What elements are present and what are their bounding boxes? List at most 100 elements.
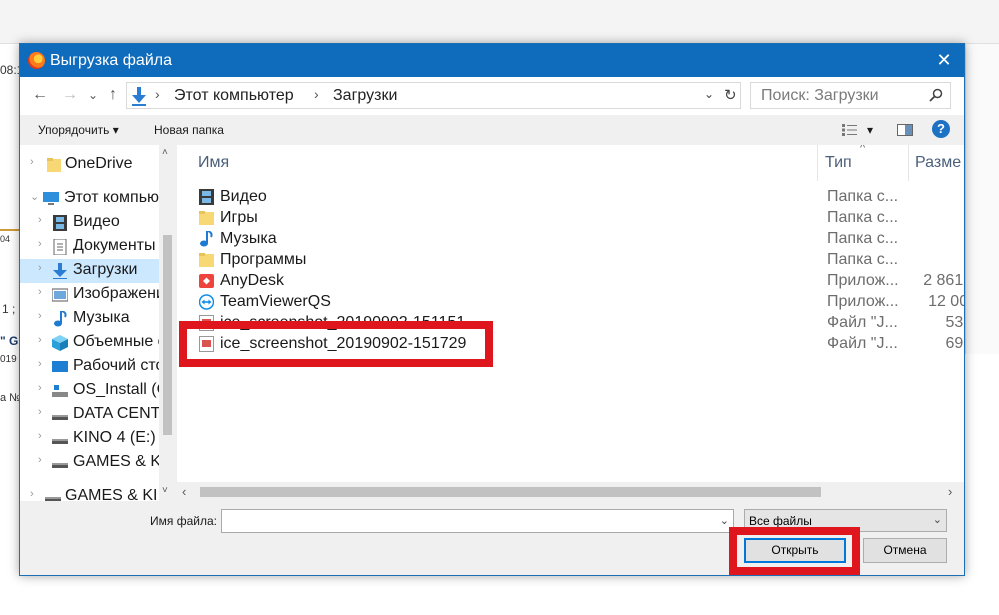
view-dropdown-button[interactable]: ▾ xyxy=(867,123,873,137)
expand-chevron-icon[interactable]: › xyxy=(38,454,42,466)
file-list-horizontal-scrollbar[interactable]: ‹ › xyxy=(177,482,964,501)
view-options-icon[interactable] xyxy=(842,124,858,136)
tree-scrollbar[interactable]: ˄ ˅ xyxy=(159,145,176,501)
tree-item-music[interactable]: › Музыка xyxy=(20,307,175,331)
new-folder-button[interactable]: Новая папка xyxy=(154,123,224,137)
preview-pane-icon[interactable] xyxy=(897,124,913,136)
tree-item-this-pc[interactable]: ⌄ Этот компьютер xyxy=(20,187,175,211)
expand-chevron-icon[interactable]: › xyxy=(38,358,42,370)
background-text: " G xyxy=(0,334,19,348)
folder-icon xyxy=(199,211,214,225)
tree-item-os-install[interactable]: › OS_Install (C:) xyxy=(20,379,175,403)
expand-chevron-icon[interactable]: › xyxy=(38,262,42,274)
tree-item-data-center[interactable]: › DATA CENTER xyxy=(20,403,175,427)
breadcrumb-this-pc[interactable]: Этот компьютер xyxy=(174,87,294,105)
teamviewer-icon xyxy=(199,294,214,310)
tree-item-desktop[interactable]: › Рабочий стол xyxy=(20,355,175,379)
column-header-size[interactable]: Разме xyxy=(915,154,961,172)
breadcrumb-separator[interactable]: › xyxy=(314,86,319,102)
column-divider[interactable] xyxy=(817,145,818,181)
tree-item-label: Музыка xyxy=(73,309,130,326)
tree-item-onedrive[interactable]: › OneDrive xyxy=(20,153,175,177)
address-bar[interactable]: › Этот компьютер › Загрузки ⌄ ↻ xyxy=(126,82,741,109)
column-header-name[interactable]: Имя xyxy=(198,154,229,172)
background-panel xyxy=(965,44,999,354)
organize-button[interactable]: Упорядочить ▾ xyxy=(38,123,119,137)
horizontal-scrollbar-thumb[interactable] xyxy=(200,487,821,497)
expand-chevron-icon[interactable]: › xyxy=(38,382,42,394)
background-divider xyxy=(0,229,20,231)
tree-item-pictures[interactable]: › Изображения xyxy=(20,283,175,307)
file-row[interactable]: Программы Папка с... xyxy=(195,250,964,271)
tree-item-games[interactable]: › GAMES & K xyxy=(20,451,175,475)
up-button[interactable]: ↑ xyxy=(103,86,123,104)
cube-icon xyxy=(52,335,68,351)
collapse-chevron-icon[interactable]: ⌄ xyxy=(30,190,39,203)
file-type: Папка с... xyxy=(827,209,899,226)
recent-locations-button[interactable]: ⌄ xyxy=(83,88,103,102)
chevron-down-icon[interactable]: ⌄ xyxy=(720,514,729,527)
tree-item-label: Загрузки xyxy=(73,261,138,278)
expand-chevron-icon[interactable]: › xyxy=(38,334,42,346)
highlight-box-open-button xyxy=(729,527,860,575)
file-size: 53 К xyxy=(945,314,964,331)
tree-item-kino[interactable]: › KINO 4 (E:) xyxy=(20,427,175,451)
expand-chevron-icon[interactable]: › xyxy=(38,286,42,298)
column-divider[interactable] xyxy=(908,145,909,181)
file-upload-dialog: Выгрузка файла ✕ ← → ⌄ ↑ › Этот компьюте… xyxy=(19,43,965,576)
download-icon xyxy=(53,263,67,279)
file-row[interactable]: Игры Папка с... xyxy=(195,208,964,229)
download-icon xyxy=(132,87,146,106)
drive-icon xyxy=(52,415,68,420)
tree-item-games-2[interactable]: › GAMES & KI xyxy=(20,485,175,501)
scroll-down-icon[interactable]: ˅ xyxy=(162,485,168,496)
refresh-button[interactable]: ↻ xyxy=(724,86,737,104)
breadcrumb-separator[interactable]: › xyxy=(155,86,160,102)
tree-item-downloads[interactable]: › Загрузки xyxy=(20,259,175,283)
expand-chevron-icon[interactable]: › xyxy=(38,310,42,322)
scroll-left-icon[interactable]: ‹ xyxy=(182,484,186,499)
search-icon[interactable] xyxy=(929,88,943,102)
expand-chevron-icon[interactable]: › xyxy=(30,156,34,168)
file-type: Файл "J... xyxy=(827,314,898,331)
file-row[interactable]: Музыка Папка с... xyxy=(195,229,964,250)
expand-chevron-icon[interactable]: › xyxy=(30,488,34,500)
scroll-up-icon[interactable]: ˄ xyxy=(162,147,168,158)
back-button[interactable]: ← xyxy=(30,86,50,104)
expand-chevron-icon[interactable]: › xyxy=(38,238,42,250)
filename-input[interactable]: ⌄ xyxy=(221,509,734,533)
file-row[interactable]: AnyDesk Прилож... 2 861 К xyxy=(195,271,964,292)
close-button[interactable]: ✕ xyxy=(924,44,964,77)
help-icon[interactable]: ? xyxy=(932,120,950,138)
tree-item-video[interactable]: › Видео xyxy=(20,211,175,235)
file-type: Файл "J... xyxy=(827,335,898,352)
file-size: 2 861 К xyxy=(923,272,964,289)
expand-chevron-icon[interactable]: › xyxy=(38,406,42,418)
tree-item-label: Документы xyxy=(73,237,156,254)
scroll-right-icon[interactable]: › xyxy=(948,484,952,499)
tree-item-3d-objects[interactable]: › Объемные объекты xyxy=(20,331,175,355)
address-dropdown-button[interactable]: ⌄ xyxy=(704,87,714,101)
file-row[interactable]: Видео Папка с... xyxy=(195,187,964,208)
breadcrumb-downloads[interactable]: Загрузки xyxy=(333,87,397,105)
file-size: 69 К xyxy=(945,335,964,352)
cancel-button[interactable]: Отмена xyxy=(863,538,947,563)
drive-icon xyxy=(52,463,68,468)
image-icon xyxy=(52,288,68,302)
file-row[interactable]: TeamViewerQS Прилож... 12 009 xyxy=(195,292,964,313)
column-header-type[interactable]: Тип xyxy=(825,154,852,172)
dialog-title: Выгрузка файла xyxy=(50,52,172,69)
tree-item-documents[interactable]: › Документы xyxy=(20,235,175,259)
search-box[interactable]: Поиск: Загрузки xyxy=(750,82,951,109)
chevron-down-icon[interactable]: ⌄ xyxy=(933,513,942,526)
tree-scrollbar-thumb[interactable] xyxy=(163,235,172,435)
file-name: Игры xyxy=(220,209,258,226)
expand-chevron-icon[interactable]: › xyxy=(38,214,42,226)
expand-chevron-icon[interactable]: › xyxy=(38,430,42,442)
tree-item-label: OneDrive xyxy=(65,155,133,172)
tree-item-label: GAMES & KI xyxy=(65,487,158,501)
forward-button[interactable]: → xyxy=(60,86,80,104)
file-type: Папка с... xyxy=(827,188,899,205)
file-name: Музыка xyxy=(220,230,277,247)
folder-icon xyxy=(47,158,61,172)
